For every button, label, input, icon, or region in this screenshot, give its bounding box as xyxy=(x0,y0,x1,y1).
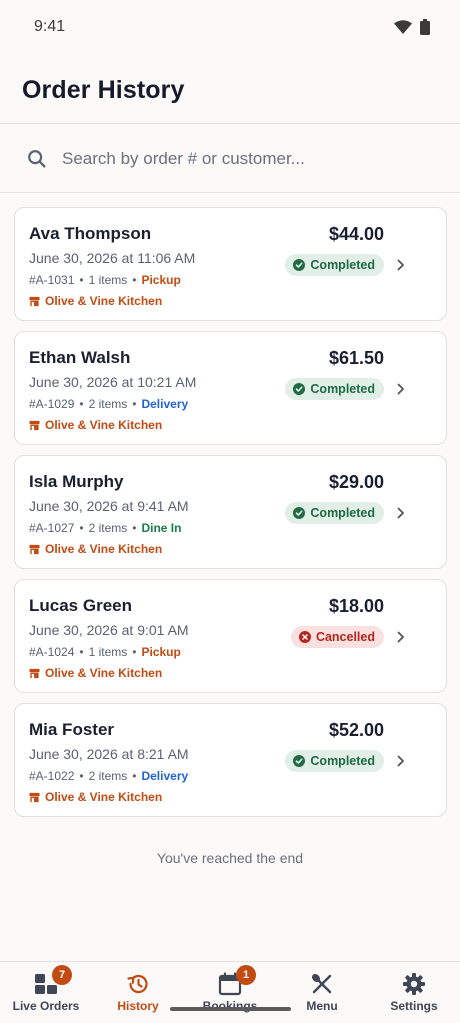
kitchen-name: Olive & Vine Kitchen xyxy=(45,542,163,556)
battery-icon xyxy=(420,19,430,35)
status-icons xyxy=(394,19,430,35)
history-icon xyxy=(127,974,148,994)
kitchen-row: Olive & Vine Kitchen xyxy=(29,542,432,556)
order-amount: $44.00 xyxy=(328,224,384,244)
end-of-list-message: You've reached the end xyxy=(156,850,304,866)
search-icon xyxy=(28,149,46,168)
check-circle-icon xyxy=(293,259,306,271)
store-icon xyxy=(29,792,40,802)
status-label: Completed xyxy=(310,382,375,396)
store-icon xyxy=(29,296,40,306)
nav-live-orders[interactable]: 7 Live Orders xyxy=(0,962,92,1013)
store-icon xyxy=(29,420,40,430)
kitchen-row: Olive & Vine Kitchen xyxy=(29,666,432,680)
wifi-icon xyxy=(394,20,412,34)
kitchen-name: Olive & Vine Kitchen xyxy=(45,790,163,804)
search-input[interactable] xyxy=(62,148,434,169)
order-type: Delivery xyxy=(141,769,189,783)
order-type: Dine In xyxy=(141,521,182,535)
kitchen-name: Olive & Vine Kitchen xyxy=(45,666,163,680)
meta-separator: • xyxy=(132,769,137,783)
meta-separator: • xyxy=(132,521,137,535)
order-list: Ava Thompson June 30, 2026 at 11:06 AM #… xyxy=(14,207,447,827)
live-orders-badge: 7 xyxy=(52,965,72,985)
order-id: #A-1022 xyxy=(29,769,75,783)
status-badge: Completed xyxy=(285,254,384,276)
gear-icon xyxy=(403,973,425,995)
chevron-right-icon xyxy=(397,259,404,271)
nav-settings[interactable]: Settings xyxy=(368,962,460,1013)
order-type: Pickup xyxy=(141,273,181,287)
status-badge: Completed xyxy=(285,502,384,524)
order-id: #A-1027 xyxy=(29,521,75,535)
nav-bookings[interactable]: 1 Bookings xyxy=(184,962,276,1013)
order-card[interactable]: Isla Murphy June 30, 2026 at 9:41 AM #A-… xyxy=(14,455,447,569)
status-badge: Completed xyxy=(285,750,384,772)
order-id: #A-1031 xyxy=(29,273,75,287)
meta-separator: • xyxy=(79,769,84,783)
chevron-right-icon xyxy=(397,755,404,767)
item-count: 1 items xyxy=(88,645,128,659)
meta-separator: • xyxy=(132,397,137,411)
order-id: #A-1024 xyxy=(29,645,75,659)
meta-separator: • xyxy=(79,397,84,411)
order-card[interactable]: Mia Foster June 30, 2026 at 8:21 AM #A-1… xyxy=(14,703,447,817)
status-label: Cancelled xyxy=(315,630,375,644)
item-count: 2 items xyxy=(88,769,128,783)
status-label: Completed xyxy=(310,506,375,520)
order-amount: $18.00 xyxy=(328,596,384,616)
order-card[interactable]: Ethan Walsh June 30, 2026 at 10:21 AM #A… xyxy=(14,331,447,445)
search-bar[interactable] xyxy=(0,125,460,193)
utensils-icon xyxy=(311,973,332,994)
home-indicator[interactable] xyxy=(170,1007,291,1011)
status-label: Completed xyxy=(310,754,375,768)
order-type: Pickup xyxy=(141,645,181,659)
kitchen-row: Olive & Vine Kitchen xyxy=(29,294,432,308)
meta-separator: • xyxy=(79,521,84,535)
order-card[interactable]: Ava Thompson June 30, 2026 at 11:06 AM #… xyxy=(14,207,447,321)
kitchen-row: Olive & Vine Kitchen xyxy=(29,418,432,432)
order-card[interactable]: Lucas Green June 30, 2026 at 9:01 AM #A-… xyxy=(14,579,447,693)
cancelled-icon xyxy=(298,631,311,643)
kitchen-name: Olive & Vine Kitchen xyxy=(45,294,163,308)
order-id: #A-1029 xyxy=(29,397,75,411)
status-bar: 9:41 xyxy=(0,0,460,54)
status-label: Completed xyxy=(310,258,375,272)
bottom-nav: 7 Live Orders History 1 Bookings Menu Se… xyxy=(0,961,460,1023)
item-count: 2 items xyxy=(88,521,128,535)
kitchen-name: Olive & Vine Kitchen xyxy=(45,418,163,432)
meta-separator: • xyxy=(132,645,137,659)
meta-separator: • xyxy=(132,273,137,287)
kitchen-row: Olive & Vine Kitchen xyxy=(29,790,432,804)
nav-menu[interactable]: Menu xyxy=(276,962,368,1013)
status-time: 9:41 xyxy=(34,18,66,35)
chevron-right-icon xyxy=(397,383,404,395)
store-icon xyxy=(29,668,40,678)
order-type: Delivery xyxy=(141,397,189,411)
meta-separator: • xyxy=(79,273,84,287)
nav-history[interactable]: History xyxy=(92,962,184,1013)
meta-separator: • xyxy=(79,645,84,659)
item-count: 2 items xyxy=(88,397,128,411)
page-title: Order History xyxy=(22,76,185,104)
nav-label: Settings xyxy=(390,999,438,1013)
bookings-badge: 1 xyxy=(236,965,256,985)
chevron-right-icon xyxy=(397,631,404,643)
status-badge: Cancelled xyxy=(290,626,384,648)
page-header: Order History xyxy=(0,54,460,124)
check-circle-icon xyxy=(293,383,306,395)
status-badge: Completed xyxy=(285,378,384,400)
nav-label: History xyxy=(117,999,159,1013)
order-amount: $61.50 xyxy=(328,348,384,368)
chevron-right-icon xyxy=(397,507,404,519)
item-count: 1 items xyxy=(88,273,128,287)
check-circle-icon xyxy=(293,507,306,519)
order-amount: $52.00 xyxy=(328,720,384,740)
order-amount: $29.00 xyxy=(328,472,384,492)
nav-label: Live Orders xyxy=(12,999,80,1013)
check-circle-icon xyxy=(293,755,306,767)
store-icon xyxy=(29,544,40,554)
nav-label: Menu xyxy=(306,999,338,1013)
